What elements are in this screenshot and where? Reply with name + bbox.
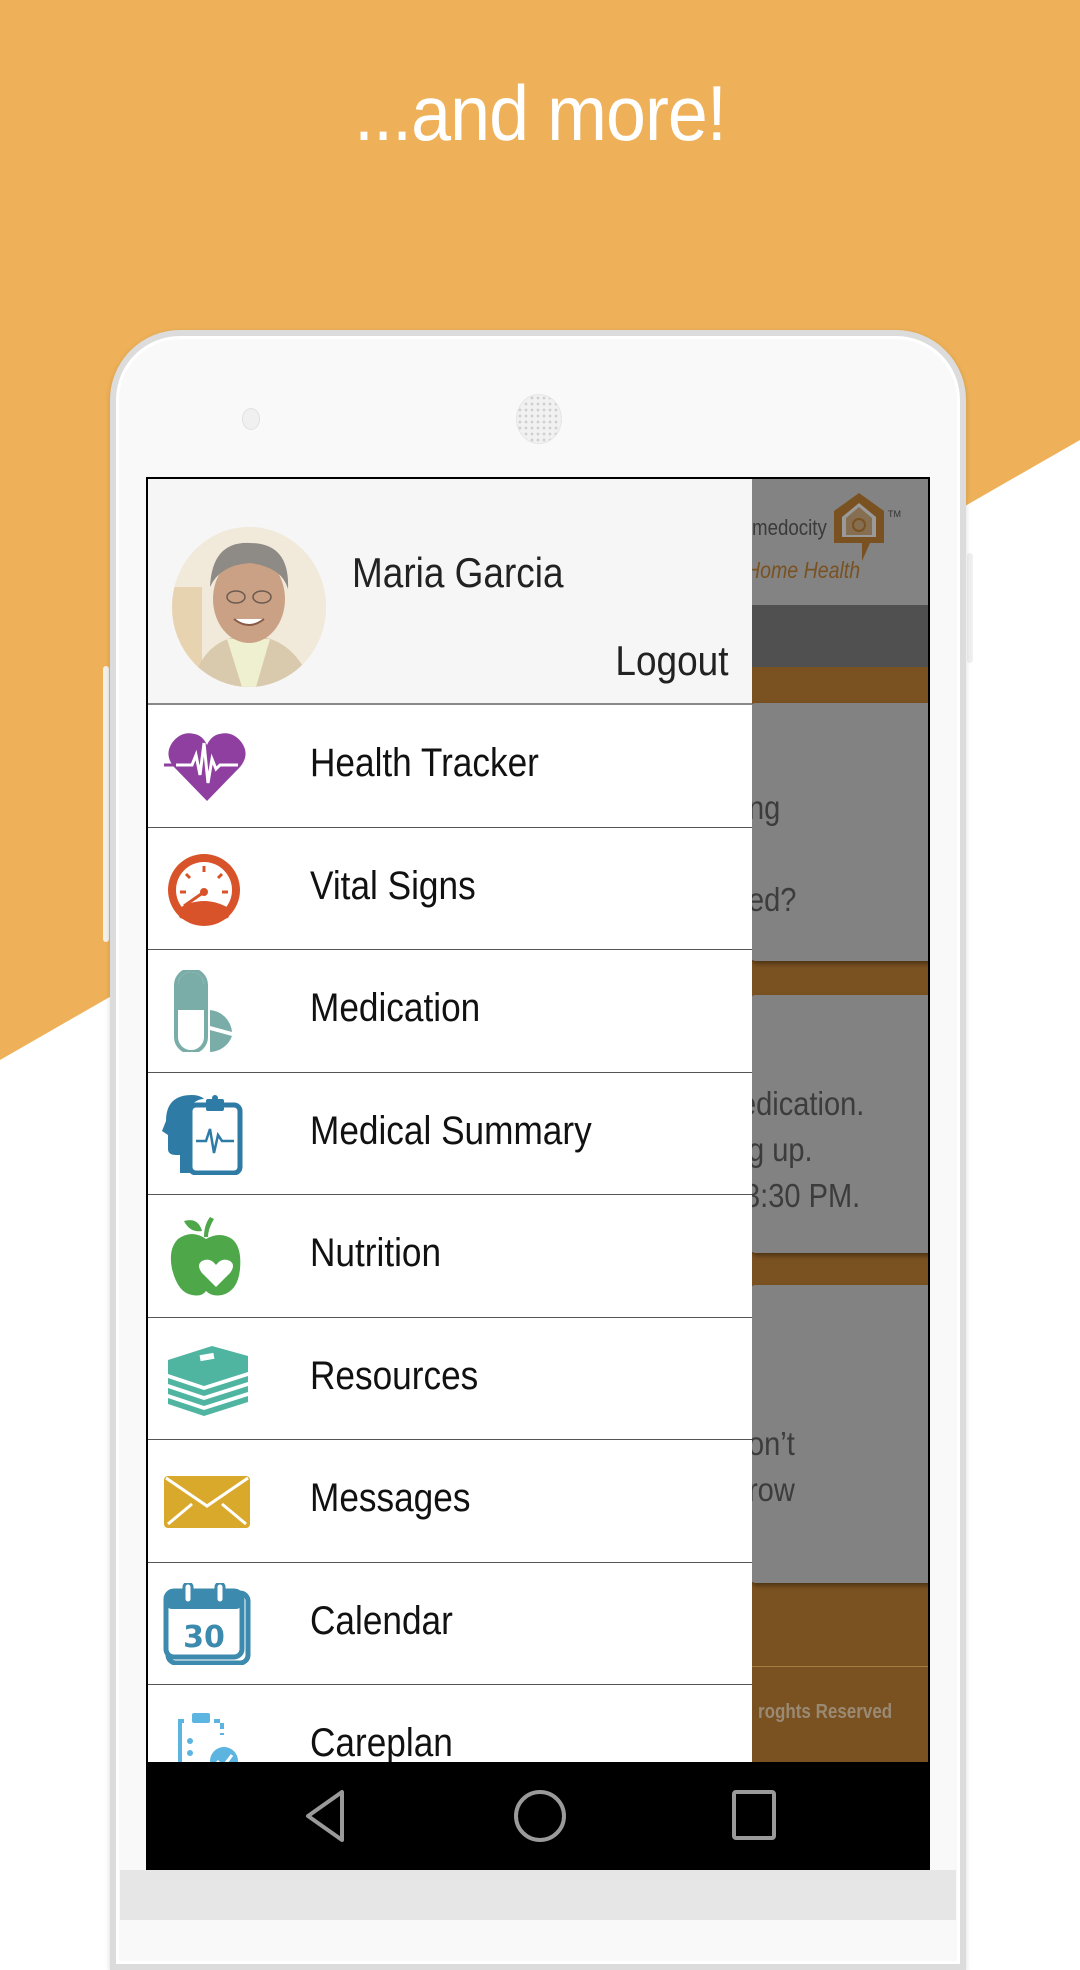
head-clipboard-icon	[162, 1093, 252, 1175]
card-text: row	[748, 1471, 795, 1508]
apple-heart-icon	[162, 1215, 252, 1297]
speedometer-icon	[162, 848, 252, 930]
menu-label: Medical Summary	[310, 1108, 592, 1153]
earpiece-speaker	[516, 394, 562, 444]
menu-item-medication[interactable]: Medication	[148, 950, 752, 1073]
app-card: ng ed?	[748, 703, 928, 961]
card-text: 3:30 PM.	[744, 1177, 861, 1214]
phone-volume-button	[103, 666, 109, 942]
calendar-icon: 30	[162, 1581, 252, 1665]
card-text: ed?	[748, 881, 797, 918]
app-footer: roghts Reserved	[758, 1701, 893, 1723]
pill-icon	[162, 968, 252, 1054]
avatar[interactable]	[172, 527, 326, 687]
app-card: edication. g up. 3:30 PM.	[740, 995, 928, 1253]
recents-square-icon	[732, 1790, 776, 1840]
menu-label: Vital Signs	[310, 863, 476, 908]
phone-screen: medocity Home Health TM ng ed? edication…	[146, 477, 930, 1870]
logout-button[interactable]: Logout	[615, 637, 728, 685]
heart-pulse-icon	[162, 725, 252, 807]
footer-divider	[748, 1666, 928, 1667]
menu-item-messages[interactable]: Messages	[148, 1440, 752, 1563]
card-text: ng	[748, 789, 781, 826]
menu-item-nutrition[interactable]: Nutrition	[148, 1195, 752, 1318]
front-camera	[242, 408, 260, 430]
phone-power-button	[967, 553, 973, 663]
brand-name: medocity	[752, 515, 827, 540]
menu-label: Health Tracker	[310, 741, 539, 785]
menu-label: Careplan	[310, 1721, 453, 1765]
brand-trademark: TM	[888, 509, 901, 519]
menu-label: Messages	[310, 1476, 471, 1520]
promo-headline: ...and more!	[354, 69, 727, 157]
house-logo-icon	[832, 491, 886, 563]
menu-item-medical-summary[interactable]: Medical Summary	[148, 1072, 752, 1195]
menu-item-health-tracker[interactable]: Health Tracker	[148, 705, 752, 828]
books-icon	[162, 1338, 252, 1420]
menu-label: Calendar	[310, 1598, 453, 1643]
phone-chin	[120, 1870, 956, 1920]
home-circle-icon	[514, 1790, 566, 1842]
app-card: on’t row	[748, 1285, 928, 1583]
back-triangle-icon	[306, 1790, 344, 1842]
recents-button[interactable]	[724, 1788, 784, 1844]
card-text: edication.	[740, 1085, 865, 1122]
home-button[interactable]	[510, 1788, 570, 1844]
navigation-drawer: Maria Garcia Logout Health Tracker Vital…	[148, 479, 752, 1868]
drawer-header: Maria Garcia Logout	[148, 479, 752, 705]
card-text: g up.	[748, 1131, 813, 1168]
envelope-icon	[162, 1460, 252, 1542]
system-nav-bar	[148, 1762, 928, 1868]
card-text: on’t	[748, 1425, 795, 1462]
drawer-menu: Health Tracker Vital Signs Medication Me…	[148, 705, 752, 1808]
menu-item-vital-signs[interactable]: Vital Signs	[148, 827, 752, 950]
menu-item-resources[interactable]: Resources	[148, 1317, 752, 1440]
back-button[interactable]	[296, 1788, 356, 1844]
user-name: Maria Garcia	[352, 549, 564, 596]
menu-label: Nutrition	[310, 1231, 442, 1275]
menu-label: Resources	[310, 1353, 479, 1398]
menu-item-calendar[interactable]: 30 Calendar	[148, 1562, 752, 1685]
menu-label: Medication	[310, 986, 481, 1030]
calendar-icon-day: 30	[183, 1620, 225, 1655]
